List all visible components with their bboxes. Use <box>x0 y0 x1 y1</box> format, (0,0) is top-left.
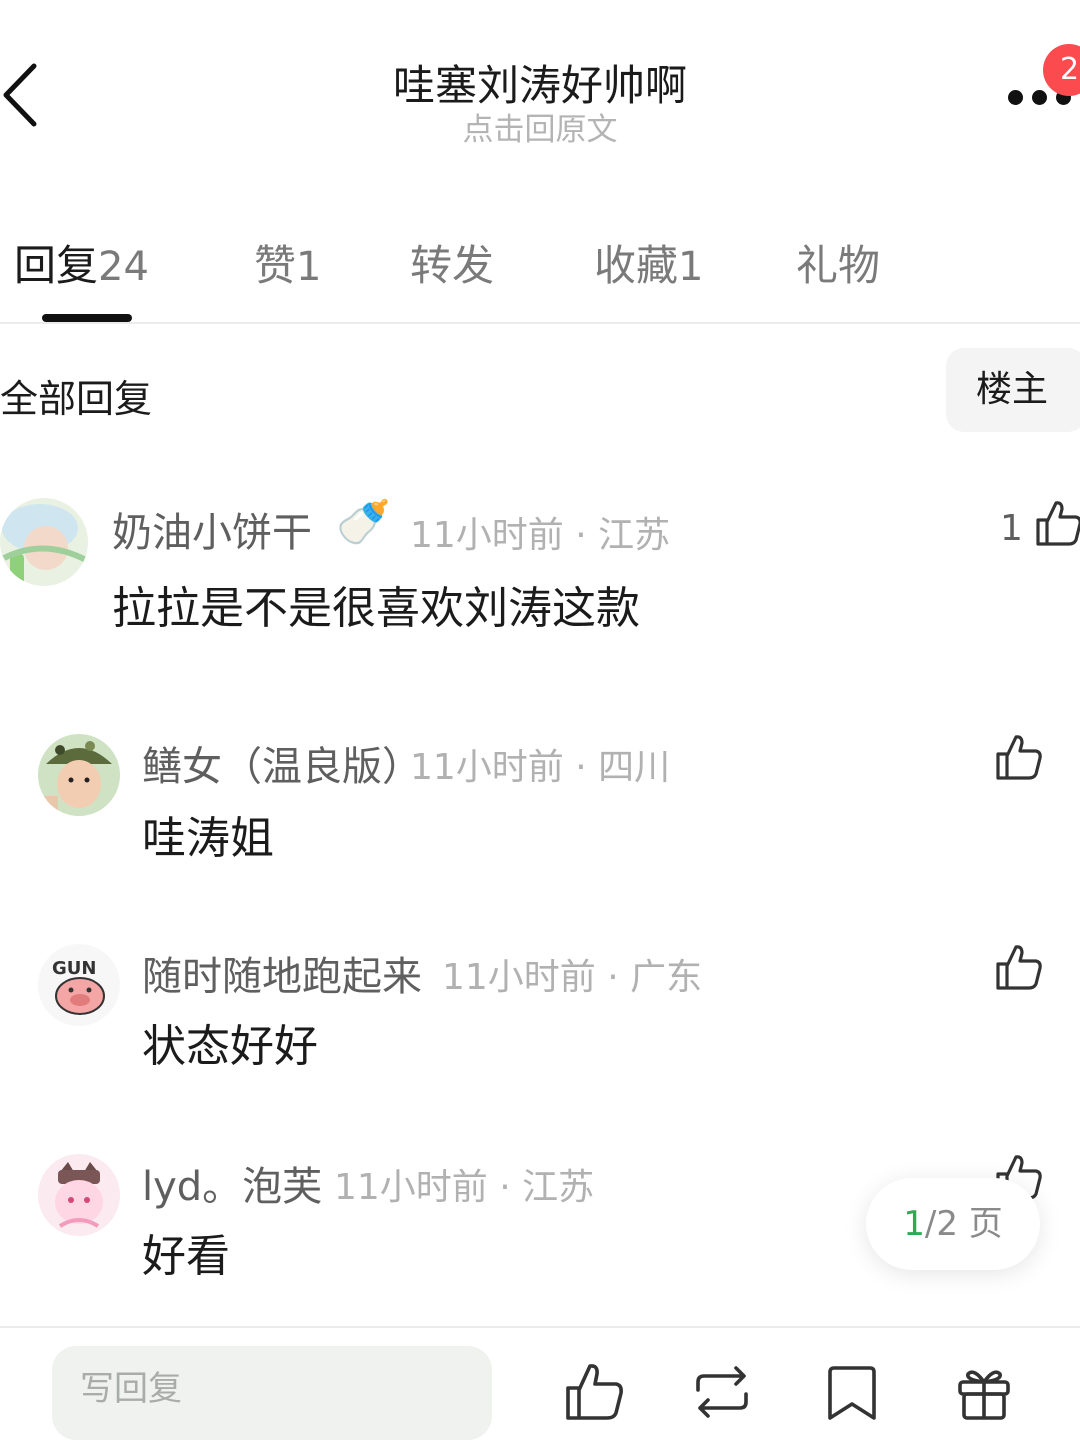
tab-label: 收藏 <box>594 241 679 290</box>
gift-icon[interactable] <box>952 1360 1016 1424</box>
bookmark-icon[interactable] <box>820 1360 884 1424</box>
divider <box>0 322 1080 324</box>
thumbs-up-icon[interactable] <box>562 1360 626 1424</box>
tab-favorites[interactable]: 收藏1 <box>594 232 703 293</box>
comment-meta: 11小时前 · 广东 <box>442 957 703 998</box>
tab-count: 1 <box>296 244 322 290</box>
tab-label: 回复 <box>14 241 99 290</box>
comment-text: 哇涛姐 <box>142 813 274 864</box>
comment-text: 拉拉是不是很喜欢刘涛这款 <box>112 583 640 634</box>
username[interactable]: lyd。泡芙 <box>142 1154 322 1212</box>
tab-gifts[interactable]: 礼物 <box>796 232 880 293</box>
section-title: 全部回复 <box>0 377 153 421</box>
owner-only-button[interactable]: 楼主 <box>946 348 1080 432</box>
like-count: 1 <box>1000 508 1023 549</box>
thumbs-up-icon[interactable] <box>994 942 1044 992</box>
divider <box>0 1326 1080 1328</box>
active-tab-indicator <box>42 314 132 322</box>
username[interactable]: 奶油小饼干 <box>112 500 312 558</box>
comment-text: 状态好好 <box>142 1021 318 1072</box>
tab-bar: 回复24 赞1 转发 收藏1 礼物 <box>0 222 1080 322</box>
baby-bottle-icon: 🍼 <box>336 497 391 548</box>
tab-likes[interactable]: 赞1 <box>254 232 321 293</box>
current-page: 1 <box>903 1204 925 1244</box>
tab-label: 赞 <box>254 241 297 290</box>
thumbs-up-icon[interactable] <box>1034 498 1080 548</box>
comment-meta: 11小时前 · 四川 <box>410 747 671 788</box>
page-indicator[interactable]: 1/2 页 <box>866 1178 1040 1270</box>
repost-icon[interactable] <box>690 1360 754 1424</box>
username[interactable]: 随时随地跑起来 <box>142 944 422 1002</box>
back-to-original-link[interactable]: 点击回原文 <box>0 104 1080 149</box>
thumbs-up-icon[interactable] <box>994 732 1044 782</box>
avatar[interactable] <box>38 1154 120 1236</box>
username[interactable]: 鳝女（温良版） <box>142 734 422 792</box>
avatar[interactable]: GUN <box>38 944 120 1026</box>
avatar[interactable] <box>0 498 88 586</box>
tab-count: 1 <box>678 244 704 290</box>
tab-count: 24 <box>98 244 149 290</box>
tab-label: 礼物 <box>796 241 881 290</box>
svg-text:GUN: GUN <box>52 958 96 979</box>
comment-meta: 11小时前 · 江苏 <box>334 1167 595 1208</box>
tab-reposts[interactable]: 转发 <box>410 232 494 293</box>
tab-replies[interactable]: 回复24 <box>14 232 149 293</box>
tab-label: 转发 <box>410 241 495 290</box>
reply-input[interactable]: 写回复 <box>52 1346 492 1440</box>
avatar[interactable] <box>38 734 120 816</box>
comment-text: 好看 <box>142 1231 230 1282</box>
top-bar: 哇塞刘涛好帅啊 点击回原文 2 <box>0 0 1080 170</box>
comment-meta: 11小时前 · 江苏 <box>410 515 671 556</box>
page-total: /2 页 <box>924 1204 1003 1244</box>
